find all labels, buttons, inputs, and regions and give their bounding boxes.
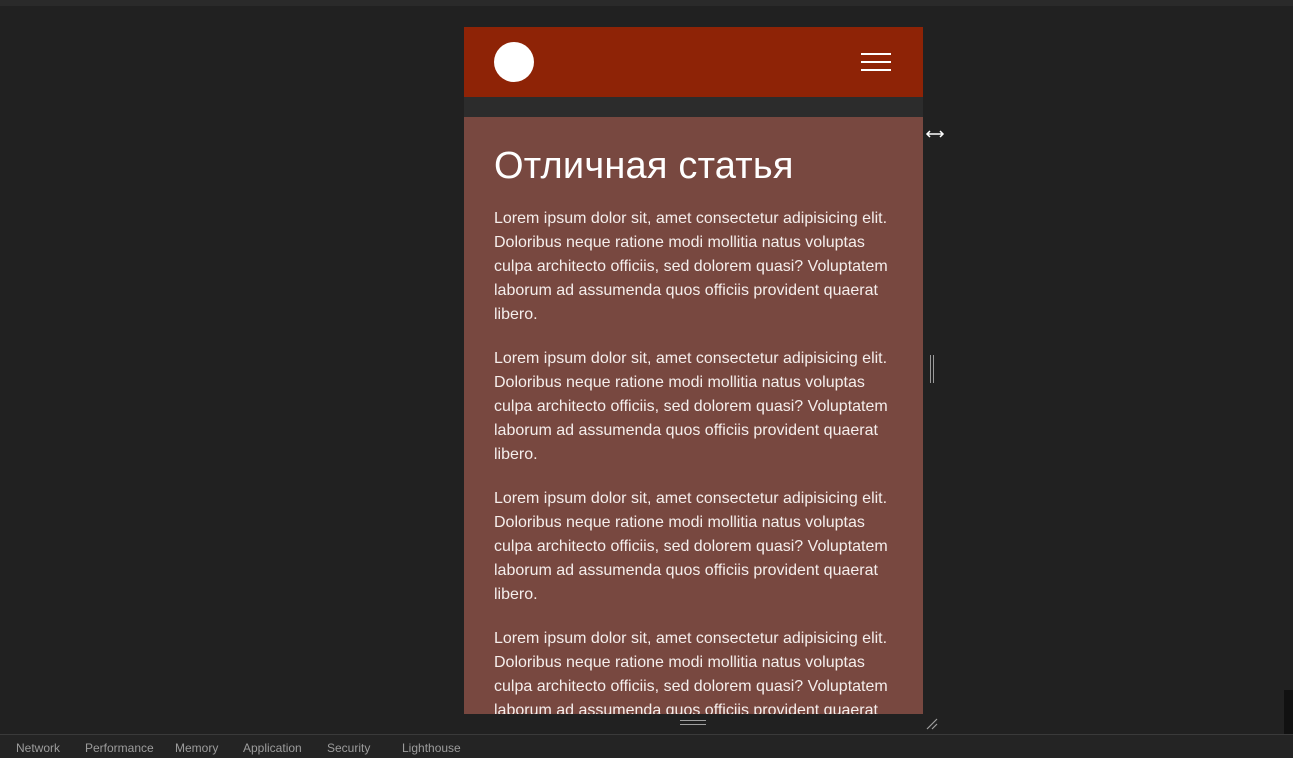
article-paragraph: Lorem ipsum dolor sit, amet consectetur … [494,630,888,714]
devtools-tab-network[interactable]: Network [16,741,60,755]
viewport-corner-resize-icon[interactable] [924,716,940,732]
viewport-width-resize-handle[interactable] [928,355,938,385]
article-body: Lorem ipsum dolor sit, amet consectetur … [494,207,899,714]
site-header [464,27,923,97]
article: Отличная статья Lorem ipsum dolor sit, a… [464,117,923,714]
article-paragraph: Lorem ipsum dolor sit, amet consectetur … [494,210,888,323]
devtools-tab-performance[interactable]: Performance [85,741,154,755]
window-edge [1284,690,1293,734]
header-gap [464,97,923,117]
article-paragraph: Lorem ipsum dolor sit, amet consectetur … [494,490,888,603]
article-paragraph: Lorem ipsum dolor sit, amet consectetur … [494,350,888,463]
article-title: Отличная статья [494,145,794,187]
viewport-height-resize-handle[interactable] [680,718,710,728]
hamburger-menu-icon[interactable] [861,51,893,73]
devtools-tab-lighthouse[interactable]: Lighthouse [402,741,461,755]
horizontal-resize-cursor-icon [925,130,945,138]
devtools-tab-bar: Network Performance Memory Application S… [0,734,1293,758]
device-viewport: Отличная статья Lorem ipsum dolor sit, a… [464,27,923,714]
circle-logo-icon[interactable] [494,42,534,82]
devtools-tab-memory[interactable]: Memory [175,741,218,755]
top-strip [0,0,1293,6]
devtools-tab-application[interactable]: Application [243,741,302,755]
devtools-tab-security[interactable]: Security [327,741,370,755]
